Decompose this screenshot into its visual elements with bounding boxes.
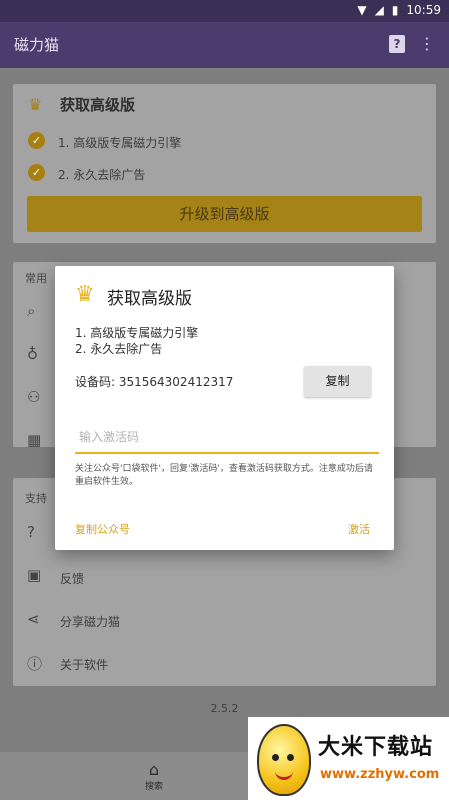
more-vert-icon[interactable]: ⋮ xyxy=(419,34,435,53)
premium-feature: 2. 永久去除广告 xyxy=(58,168,146,182)
support-item-about[interactable]: 关于软件 xyxy=(60,656,108,673)
people-icon[interactable]: ⚇ xyxy=(27,388,40,406)
support-item-feedback[interactable]: 反馈 xyxy=(60,570,84,587)
crown-icon: ♛ xyxy=(28,95,43,114)
wifi-icon: ▼ xyxy=(357,3,367,17)
apps-icon[interactable]: ▦ xyxy=(27,431,41,449)
premium-feature: 1. 高级版专属磁力引擎 xyxy=(58,136,182,150)
app-title: 磁力猫 xyxy=(14,36,60,54)
watermark-title: 大米下载站 xyxy=(318,735,434,760)
section-label-support: 支持 xyxy=(25,492,47,505)
check-icon: ✓ xyxy=(28,132,45,149)
help-icon[interactable]: ? xyxy=(389,35,405,53)
signal-icon: ◢ xyxy=(374,3,384,17)
home-icon: ⌂ xyxy=(148,760,160,779)
premium-card-title: 获取高级版 xyxy=(60,96,136,114)
premium-dialog: ♛ 获取高级版 1. 高级版专属磁力引擎 2. 永久去除广告 设备码: 3515… xyxy=(55,266,394,550)
upgrade-button[interactable]: 升级到高级版 xyxy=(27,196,422,232)
mascot-icon xyxy=(257,724,311,796)
info-icon[interactable]: ⓘ xyxy=(27,653,42,674)
feedback-icon[interactable]: ▣ xyxy=(27,566,41,584)
watermark-url: www.zzhyw.com xyxy=(320,767,440,782)
dialog-title: 获取高级版 xyxy=(107,289,192,309)
status-time: 10:59 xyxy=(406,3,441,17)
nav-item-search[interactable]: ⌂ 搜索 xyxy=(140,760,168,792)
lightbulb-icon[interactable]: ♁ xyxy=(27,345,38,363)
dialog-hint: 关注公众号'口袋软件'，回复'激活码'，查看激活码获取方式。注意成功后请重启软件… xyxy=(75,464,373,487)
activate-button[interactable]: 激活 xyxy=(348,521,370,537)
help-circle-icon[interactable]: ? xyxy=(27,523,35,541)
copy-button[interactable]: 复制 xyxy=(304,366,371,397)
battery-icon: ▮ xyxy=(391,3,399,17)
app-bar: 磁力猫 ? ⋮ xyxy=(0,22,449,68)
check-icon: ✓ xyxy=(28,164,45,181)
search-icon[interactable]: ⌕ xyxy=(27,302,35,320)
section-label-common: 常用 xyxy=(25,272,47,285)
support-item-share[interactable]: 分享磁力猫 xyxy=(60,613,120,630)
share-icon[interactable]: ⋖ xyxy=(27,610,40,628)
watermark-logo: 大米下载站 www.zzhyw.com xyxy=(248,717,449,800)
dialog-feature: 2. 永久去除广告 xyxy=(75,342,163,356)
activation-code-input[interactable] xyxy=(75,422,379,454)
copy-account-button[interactable]: 复制公众号 xyxy=(75,521,130,537)
nav-label-search: 搜索 xyxy=(144,782,163,792)
status-bar: ▼ ◢ ▮ 10:59 xyxy=(0,0,449,22)
crown-icon: ♛ xyxy=(75,282,95,307)
version-text: 2.5.2 xyxy=(210,702,239,715)
device-code: 设备码: 351564302412317 xyxy=(75,375,234,389)
dialog-feature: 1. 高级版专属磁力引擎 xyxy=(75,326,199,340)
